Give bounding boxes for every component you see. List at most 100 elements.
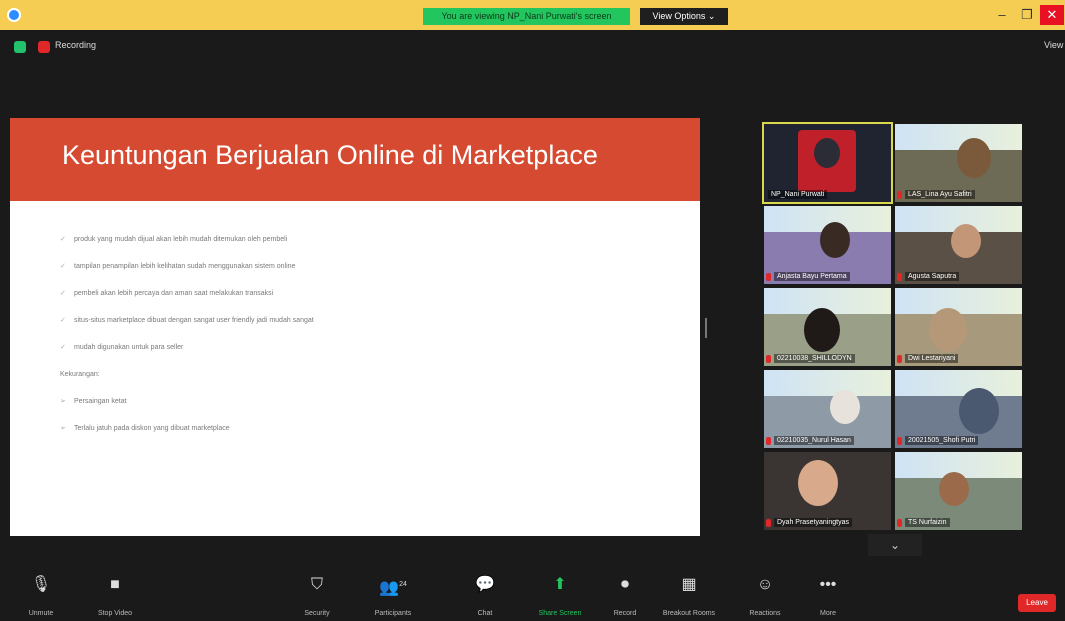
chat-label: Chat	[477, 610, 493, 617]
video-camera-icon: ■	[110, 576, 120, 593]
record-button[interactable]: ⏺ Record	[590, 574, 660, 617]
slide-header: Keuntungan Berjualan Online di Marketpla…	[10, 118, 700, 201]
cons-item: ➢ Persaingan ketat	[60, 388, 680, 415]
participant-tile[interactable]: Dyah Prasetyaningtyas	[764, 452, 891, 530]
participant-tile[interactable]: LAS_Lina Ayu Safitri	[895, 124, 1022, 202]
people-icon: 👥24	[379, 579, 407, 597]
share-screen-label: Share Screen	[538, 610, 582, 617]
video-feed	[764, 370, 891, 396]
chat-bubble-icon: 💬	[475, 576, 495, 593]
bullet-item: ✓ tampilan penampilan lebih kelihatan sud…	[60, 253, 680, 280]
bullet-item: ✓ mudah digunakan untuk para seller	[60, 334, 680, 361]
share-screen-button[interactable]: ⬆ Share Screen	[525, 574, 595, 617]
check-icon: ✓	[60, 236, 66, 243]
stop-video-button[interactable]: ■ Stop Video	[80, 574, 150, 617]
zoom-app-icon	[7, 8, 21, 22]
meeting-topbar	[0, 30, 1065, 60]
video-feed	[798, 460, 838, 506]
cons-heading: Kekurangan:	[60, 371, 100, 378]
video-feed	[957, 138, 991, 178]
security-label: Security	[304, 610, 330, 617]
check-icon: ✓	[60, 290, 66, 297]
mic-muted-icon	[897, 273, 902, 281]
mic-muted-icon	[897, 191, 902, 199]
gallery-more-button[interactable]: ⌄	[868, 534, 922, 556]
video-feed	[951, 224, 981, 258]
video-feed	[804, 308, 840, 352]
participant-name: 02210035_Nurul Hasan	[774, 436, 854, 445]
mic-muted-icon	[897, 519, 902, 527]
grid-icon: ▦	[681, 576, 697, 593]
participant-name: LAS_Lina Ayu Safitri	[905, 190, 975, 199]
more-button[interactable]: ••• More	[793, 574, 863, 617]
arrow-icon: ➢	[60, 398, 66, 405]
participant-tile[interactable]: 20021505_Shofi Putri	[895, 370, 1022, 448]
check-icon: ✓	[60, 263, 66, 270]
view-button[interactable]: View	[1044, 40, 1063, 50]
participant-name: 20021505_Shofi Putri	[905, 436, 979, 445]
stop-video-label: Stop Video	[97, 610, 133, 617]
recording-label: Recording	[55, 40, 97, 50]
participant-tile[interactable]: TS Nurfaizin	[895, 452, 1022, 530]
mic-muted-icon	[897, 355, 902, 363]
more-dots-icon: •••	[819, 576, 837, 593]
participants-button[interactable]: 👥24 Participants	[358, 574, 428, 617]
close-icon[interactable]: ✕	[1040, 5, 1064, 25]
participant-name: Dwi Lestariyani	[905, 354, 959, 363]
slide-bullets: ✓ produk yang mudah dijual akan lebih mud…	[60, 226, 680, 442]
slide-title: Keuntungan Berjualan Online di Marketpla…	[62, 140, 598, 170]
bullet-item: ✓ produk yang mudah dijual akan lebih mud…	[60, 226, 680, 253]
bullet-item: ✓ pembeli akan lebih percaya dan aman saa…	[60, 280, 680, 307]
mic-muted-icon	[897, 437, 902, 445]
mic-muted-icon	[766, 437, 771, 445]
arrow-icon: ➢	[60, 425, 66, 432]
record-label: Record	[613, 610, 637, 617]
mic-muted-icon: 🎙	[30, 576, 52, 593]
minimize-icon[interactable]: –	[990, 5, 1014, 25]
chat-button[interactable]: 💬 Chat	[450, 574, 520, 617]
reactions-label: Reactions	[749, 610, 781, 617]
participants-label: Participants	[374, 610, 412, 617]
video-feed	[939, 472, 969, 506]
participant-name: Agusta Saputra	[905, 272, 960, 281]
security-button[interactable]: ⛉ Security	[282, 574, 352, 617]
more-label: More	[820, 610, 836, 617]
participant-tile[interactable]: Anjasta Bayu Pertama	[764, 206, 891, 284]
check-icon: ✓	[60, 317, 66, 324]
participant-tile[interactable]: NP_Nani Purwati	[762, 122, 893, 204]
resize-handle[interactable]	[705, 318, 707, 338]
shared-screen-slide: Keuntungan Berjualan Online di Marketpla…	[10, 118, 700, 536]
mic-muted-icon	[766, 519, 771, 527]
maximize-icon[interactable]: ❐	[1015, 5, 1039, 25]
video-feed	[814, 138, 840, 168]
unmute-label: Unmute	[28, 610, 54, 617]
bullet-item: ✓ situs-situs marketplace dibuat dengan s…	[60, 307, 680, 334]
shield-icon: ⛉	[310, 576, 323, 593]
recording-icon[interactable]	[38, 41, 50, 53]
view-options-button[interactable]: View Options ⌄	[640, 8, 728, 25]
cons-item: ➢ Terlalu jatuh pada diskon yang dibuat m…	[60, 415, 680, 442]
participant-tile[interactable]: Dwi Lestariyani	[895, 288, 1022, 366]
video-feed	[820, 222, 850, 258]
participant-name: NP_Nani Purwati	[768, 190, 828, 199]
participant-tile[interactable]: 02210038_SHILLODYN	[764, 288, 891, 366]
breakout-rooms-button[interactable]: ▦ Breakout Rooms	[654, 574, 724, 617]
check-icon: ✓	[60, 344, 66, 351]
video-feed	[895, 370, 1022, 396]
record-icon: ⏺	[620, 576, 629, 593]
leave-button[interactable]: Leave	[1018, 594, 1056, 612]
video-feed	[959, 388, 999, 434]
video-feed	[895, 288, 1022, 314]
shield-icon[interactable]	[14, 41, 26, 53]
participant-name: 02210038_SHILLODYN	[774, 354, 855, 363]
participant-tile[interactable]: Agusta Saputra	[895, 206, 1022, 284]
reactions-button[interactable]: ☺ Reactions	[730, 574, 800, 617]
smile-plus-icon: ☺	[756, 576, 774, 593]
participant-tile[interactable]: 02210035_Nurul Hasan	[764, 370, 891, 448]
breakout-rooms-label: Breakout Rooms	[662, 610, 716, 617]
unmute-button[interactable]: 🎙 Unmute	[6, 574, 76, 617]
mic-muted-icon	[766, 355, 771, 363]
video-feed	[830, 390, 860, 424]
participant-name: TS Nurfaizin	[905, 518, 950, 527]
viewing-screen-banner: You are viewing NP_Nani Purwati's screen	[423, 8, 630, 25]
